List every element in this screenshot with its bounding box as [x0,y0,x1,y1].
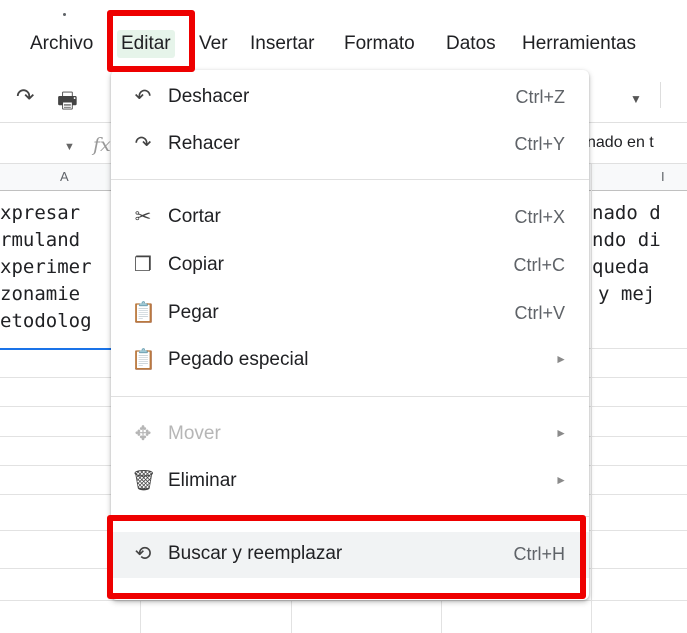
menu-item-shortcut: Ctrl+V [514,303,565,323]
dropdown-arrow-icon[interactable]: ▼ [630,92,642,106]
menu-herramientas[interactable]: Herramientas [522,32,636,56]
paste-special-icon: 📋 [131,349,156,371]
cell-text: ndo di [592,229,661,251]
formula-text[interactable]: nado en t [587,134,654,152]
cell-text: xperimer [0,256,92,278]
cell-text: etodolog [0,310,92,332]
menu-item-copiar[interactable]: ❐ Copiar Ctrl+C [111,243,589,287]
cell-text: y mej [598,283,656,305]
redo-icon: ↷ [134,133,152,155]
menu-bar: Archivo Editar Ver Insertar Formato Dato… [0,0,687,70]
toolbar-divider [660,82,661,108]
menu-item-pegado-especial[interactable]: 📋 Pegado especial ► [111,338,589,382]
menu-item-label: Copiar [168,254,224,275]
namebox-dropdown-icon[interactable]: ▼ [64,141,75,153]
menu-item-rehacer[interactable]: ↷ Rehacer Ctrl+Y [111,122,589,166]
menu-item-label: Cortar [168,206,221,227]
fx-icon: fx [93,134,111,156]
menu-ver[interactable]: Ver [199,32,228,56]
scissors-icon: ✂ [134,206,152,228]
menu-formato[interactable]: Formato [344,32,415,56]
menu-datos[interactable]: Datos [446,32,496,56]
menu-item-label: Deshacer [168,86,250,107]
menu-item-shortcut: Ctrl+Z [515,87,566,107]
menu-item-eliminar[interactable]: 🗑 Eliminar ► [111,459,589,503]
menu-item-label: Eliminar [168,470,237,491]
copy-icon: ❐ [134,254,152,276]
indicator-dot [63,13,66,16]
menu-item-label: Mover [168,423,221,444]
menu-separator [111,396,589,397]
paste-icon: 📋 [131,302,156,324]
trash-icon: 🗑 [131,470,157,492]
redo-toolbar-icon[interactable]: ↷ [16,84,34,110]
menu-item-pegar[interactable]: 📋 Pegar Ctrl+V [111,291,589,335]
submenu-arrow-icon: ► [555,473,567,487]
menu-separator [111,179,589,180]
menu-item-label: Rehacer [168,133,240,154]
menu-archivo[interactable]: Archivo [30,32,93,56]
print-icon[interactable]: 🖶 [57,84,78,122]
move-icon: ✥ [134,423,152,445]
menu-item-shortcut: Ctrl+Y [514,134,565,154]
highlight-editar [107,10,195,72]
grid-line [0,600,687,601]
menu-item-shortcut: Ctrl+X [514,207,565,227]
cell-text: queda [592,256,650,278]
cell-text: xpresar [0,202,81,224]
menu-item-deshacer[interactable]: ↶ Deshacer Ctrl+Z [111,75,589,119]
menu-insertar[interactable]: Insertar [250,32,314,56]
menu-item-mover: ✥ Mover ► [111,412,589,456]
submenu-arrow-icon: ► [555,352,567,366]
menu-item-label: Pegado especial [168,349,309,370]
undo-icon: ↶ [134,86,152,108]
submenu-arrow-icon: ► [555,426,567,440]
column-header-a[interactable]: A [60,169,69,184]
cell-text: nado d [592,202,661,224]
highlight-buscar-reemplazar [107,515,586,599]
column-header-i[interactable]: I [661,169,665,184]
cell-text: zonamie [0,283,81,305]
menu-item-cortar[interactable]: ✂ Cortar Ctrl+X [111,195,589,239]
cell-text: rmuland [0,229,81,251]
menu-item-label: Pegar [168,302,219,323]
menu-item-shortcut: Ctrl+C [513,255,565,275]
